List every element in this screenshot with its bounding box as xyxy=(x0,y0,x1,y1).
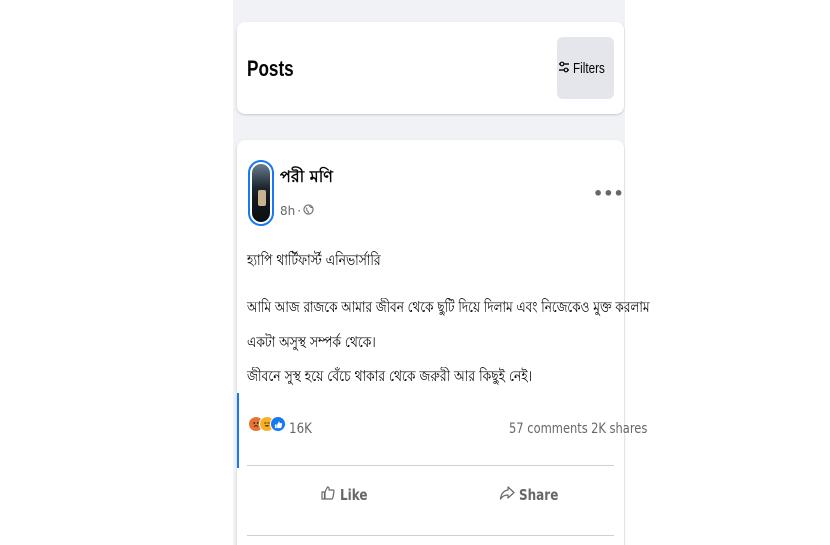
reaction-icons[interactable] xyxy=(248,416,286,432)
filters-label: Filters xyxy=(572,59,605,77)
share-icon xyxy=(499,485,515,505)
posts-header-card: Posts Filters xyxy=(237,22,624,114)
reaction-count[interactable]: 16K xyxy=(289,421,312,437)
post-text-line: আমি আজ রাজকে আমার জীবন থেকে ছুটি দিয়ে দ… xyxy=(247,298,650,316)
post-text-line: একটা অসুস্থ সম্পর্ক থেকে। xyxy=(247,333,376,351)
divider xyxy=(247,535,614,536)
meta-separator: · xyxy=(297,204,302,218)
post-stats: 57 comments 2K shares xyxy=(509,421,647,437)
post-author[interactable]: পরী মণি xyxy=(280,164,333,191)
post-time[interactable]: 8h xyxy=(280,204,295,218)
post-text-line: জীবনে সুস্থ হয়ে বেঁচে থাকার থেকে জরুরী … xyxy=(247,367,533,385)
divider xyxy=(247,465,614,466)
like-icon xyxy=(270,416,286,432)
more-options-button[interactable]: ••• xyxy=(593,184,624,203)
globe-icon xyxy=(303,204,314,218)
like-label: Like xyxy=(340,486,368,504)
shares-count[interactable]: 2K shares xyxy=(591,421,647,437)
share-label: Share xyxy=(519,486,559,504)
filters-button[interactable]: Filters xyxy=(557,37,614,99)
post-meta: 8h · xyxy=(280,204,314,218)
comments-count[interactable]: 57 comments xyxy=(509,421,588,437)
avatar-image xyxy=(252,164,270,222)
thumbs-up-icon xyxy=(320,485,336,505)
share-button[interactable]: Share xyxy=(499,485,568,505)
post-card: পরী মণি 8h · ••• হ্যাপি থার্টিফার্স্ট এন… xyxy=(237,140,650,545)
posts-title: Posts xyxy=(247,56,294,81)
post-text-line: হ্যাপি থার্টিফার্স্ট এনিভার্সারি xyxy=(247,251,381,269)
sliders-icon xyxy=(558,60,570,77)
like-button[interactable]: Like xyxy=(320,485,374,505)
avatar[interactable] xyxy=(248,160,274,226)
accent-bar xyxy=(237,393,239,468)
